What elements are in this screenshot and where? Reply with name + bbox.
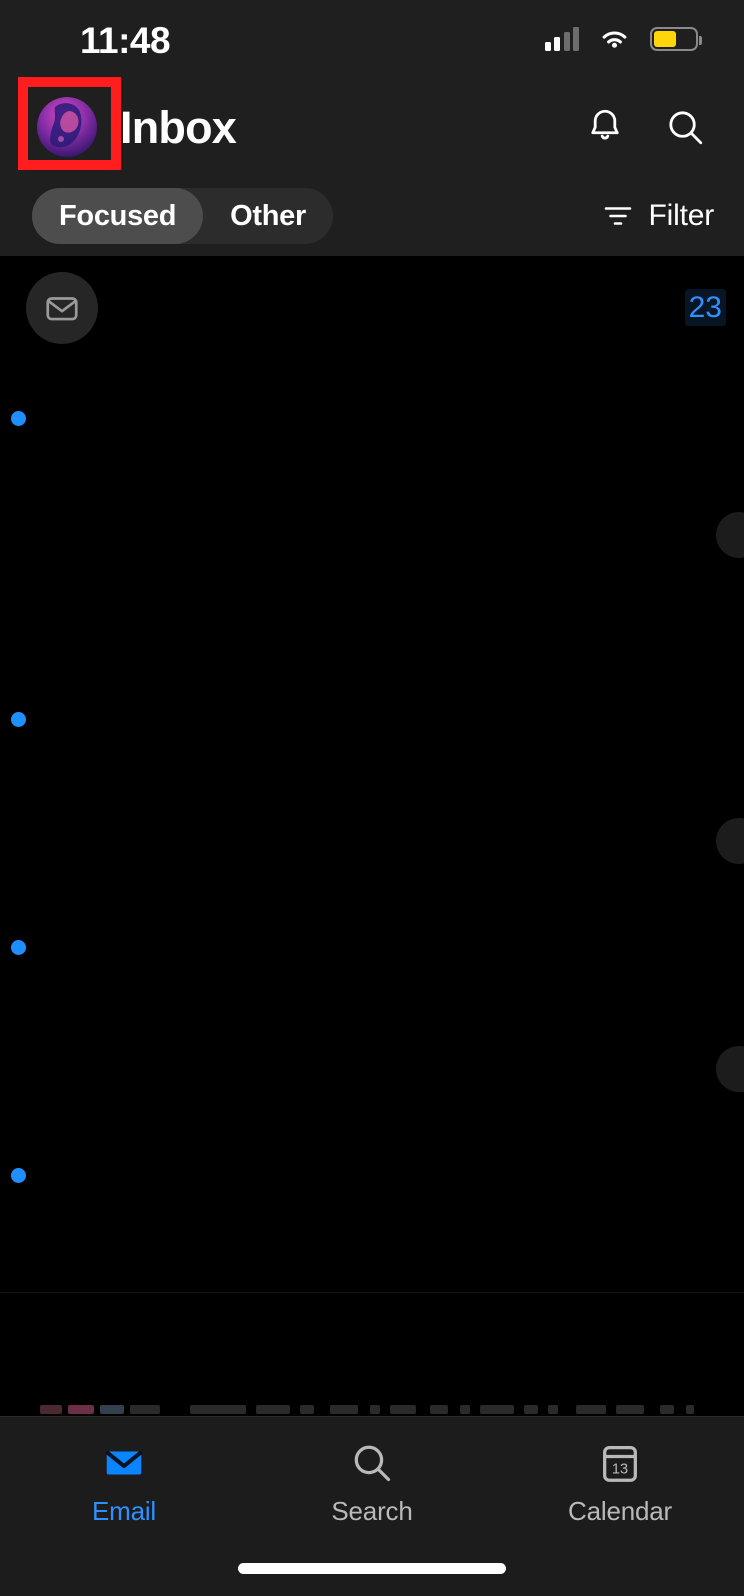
header-bottom-row: Focused Other Filter (0, 176, 744, 256)
message-sender-avatar (716, 512, 744, 558)
tab-other[interactable]: Other (203, 188, 333, 244)
bottom-tab-bar: Email Search 13 Calendar (0, 1416, 744, 1596)
wifi-icon (602, 31, 627, 48)
header-top-row: Inbox (0, 77, 744, 176)
unread-dot (11, 411, 26, 426)
status-bar: 11:48 (0, 0, 744, 78)
search-icon[interactable] (664, 106, 706, 148)
message-sender-avatar (716, 818, 744, 864)
tab-calendar-label: Calendar (568, 1495, 672, 1526)
tab-email[interactable]: Email (0, 1417, 248, 1549)
battery-icon (650, 27, 702, 51)
status-bar-icons (544, 27, 702, 51)
tab-search[interactable]: Search (248, 1417, 496, 1549)
avatar-container[interactable] (18, 77, 121, 176)
unread-dot (11, 712, 26, 727)
tab-calendar[interactable]: 13 Calendar (496, 1417, 744, 1549)
tab-list: Email Search 13 Calendar (0, 1417, 744, 1549)
bell-icon[interactable] (584, 106, 626, 148)
tab-focused[interactable]: Focused (32, 188, 204, 244)
message-avatar-chip[interactable] (26, 272, 98, 344)
calendar-icon: 13 (603, 1445, 637, 1482)
message-sender-avatar (716, 1046, 744, 1092)
app-screen: 11:48 Inbox Focused Other Filter 23 Emai… (0, 0, 744, 1596)
svg-text:13: 13 (612, 1461, 628, 1477)
status-bar-time: 11:48 (80, 19, 171, 61)
filter-button[interactable]: Filter (600, 198, 714, 234)
cellular-signal-icon (544, 27, 579, 51)
tab-email-label: Email (91, 1495, 156, 1526)
tab-search-label: Search (331, 1495, 413, 1526)
message-list[interactable]: 23 (0, 256, 744, 1416)
unread-dot (11, 940, 26, 955)
filter-icon (604, 207, 631, 225)
header-actions (584, 78, 706, 176)
page-title: Inbox (120, 101, 237, 153)
partial-message-row[interactable] (0, 1390, 744, 1416)
unread-dot (11, 1168, 26, 1183)
envelope-filled-icon (105, 1450, 143, 1474)
search-icon (354, 1445, 391, 1481)
avatar[interactable] (37, 97, 97, 157)
filter-label: Filter (648, 199, 715, 232)
envelope-icon (46, 297, 78, 321)
unread-count-badge: 23 (684, 289, 726, 326)
focus-segmented-control[interactable]: Focused Other (32, 188, 333, 244)
home-indicator (238, 1563, 506, 1574)
row-separator (0, 1292, 744, 1293)
app-header: Inbox Focused Other Filter (0, 77, 744, 256)
